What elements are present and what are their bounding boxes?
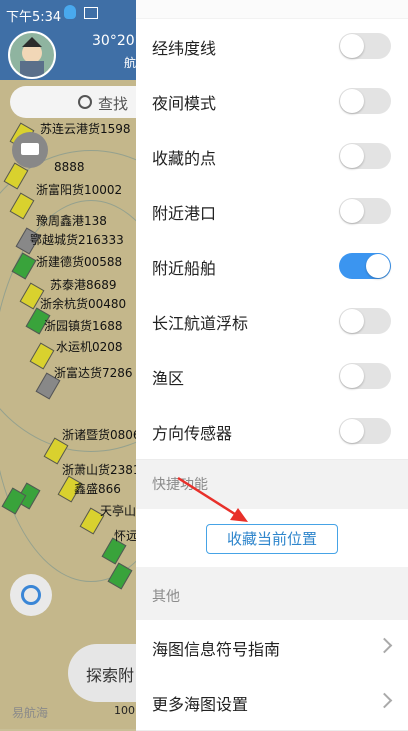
- yangtze-buoys-toggle[interactable]: [339, 308, 391, 334]
- toggle-knob: [340, 309, 364, 333]
- setting-row-fishing-zones: 渔区: [136, 349, 408, 405]
- setting-label: 经纬度线: [152, 39, 217, 58]
- search-label: 查找: [98, 95, 129, 113]
- night-mode-toggle[interactable]: [339, 88, 391, 114]
- notification-icon: [84, 7, 98, 19]
- map-scale: 100: [114, 704, 135, 717]
- setting-label: 长江航道浮标: [152, 314, 249, 333]
- setting-row-latlng: 经纬度线: [136, 19, 408, 75]
- search-icon: [78, 95, 92, 109]
- link-row-symbol-guide[interactable]: 海图信息符号指南: [136, 620, 408, 676]
- ship-label: 浙余杭货00480: [40, 297, 127, 311]
- chevron-right-icon: [376, 692, 393, 709]
- setting-row-night-mode: 夜间模式: [136, 74, 408, 130]
- fishing-zones-toggle[interactable]: [339, 363, 391, 389]
- ship-label: 苏泰港8689: [50, 278, 117, 292]
- setting-label: 渔区: [152, 369, 185, 388]
- ship-label: 苏连云港货1598: [40, 122, 131, 136]
- ship-label: 水运机0208: [56, 340, 123, 354]
- section-title-other: 其他: [152, 589, 180, 605]
- ship-label: 浙富达货7286: [54, 366, 133, 380]
- toggle-knob: [340, 419, 364, 443]
- ship-label: 浙建德货00588: [36, 255, 123, 269]
- drawer-top-strip: [136, 0, 408, 18]
- section-title-quick: 快捷功能: [152, 477, 208, 493]
- coordinate-readout: 30°20': [92, 33, 139, 49]
- nearby-ports-toggle[interactable]: [339, 198, 391, 224]
- link-label: 更多海图设置: [152, 695, 249, 714]
- setting-label: 附近港口: [152, 204, 217, 223]
- setting-row-yangtze-buoys: 长江航道浮标: [136, 294, 408, 350]
- ship-label: 天亭山: [100, 504, 137, 518]
- latlng-toggle[interactable]: [339, 33, 391, 59]
- setting-row-favorite-points: 收藏的点: [136, 129, 408, 185]
- toggle-knob: [340, 364, 364, 388]
- toggle-knob: [340, 199, 364, 223]
- setting-label: 收藏的点: [152, 149, 217, 168]
- direction-sensor-toggle[interactable]: [339, 418, 391, 444]
- favorite-points-toggle[interactable]: [339, 143, 391, 169]
- setting-label: 夜间模式: [152, 94, 217, 113]
- ship-label: 浙诸暨货0806: [62, 428, 141, 442]
- avatar[interactable]: [8, 31, 56, 79]
- toggle-knob: [340, 144, 364, 168]
- settings-drawer: 经纬度线 夜间模式 收藏的点 附近港口 附近船舶 长江航道浮标 渔区 方向传感器…: [136, 0, 408, 731]
- toggle-knob: [340, 34, 364, 58]
- status-time: 下午5:34: [6, 10, 62, 25]
- setting-label: 方向传感器: [152, 424, 233, 443]
- ship-label: 8888: [54, 160, 85, 174]
- link-label: 海图信息符号指南: [152, 640, 281, 659]
- ship-label: 浙园镇货1688: [44, 319, 123, 333]
- setting-label: 附近船舶: [152, 259, 217, 278]
- app-logo: 易航海: [12, 706, 49, 720]
- toggle-knob: [366, 254, 390, 278]
- setting-row-direction-sensor: 方向传感器: [136, 404, 408, 460]
- favorite-location-button[interactable]: 收藏当前位置: [206, 524, 338, 554]
- ship-label: 鄂越城货216333: [30, 233, 124, 247]
- ship-label: 鑫盛866: [74, 482, 121, 496]
- ship-label: 浙萧山货2381: [62, 463, 141, 477]
- setting-row-nearby-ships: 附近船舶: [136, 239, 408, 295]
- explore-label: 探索附: [86, 666, 135, 685]
- link-row-more-settings[interactable]: 更多海图设置: [136, 675, 408, 731]
- avatar-image: [20, 37, 44, 77]
- message-button[interactable]: [12, 132, 48, 168]
- setting-row-nearby-ports: 附近港口: [136, 184, 408, 240]
- chevron-right-icon: [376, 637, 393, 654]
- quick-actions-panel: 收藏当前位置: [136, 509, 408, 567]
- nearby-ships-toggle[interactable]: [339, 253, 391, 279]
- message-icon: [21, 143, 39, 155]
- header-subtitle: 航: [124, 56, 137, 70]
- ship-label: 豫周鑫港138: [36, 214, 107, 228]
- locate-icon: [21, 585, 41, 605]
- ship-label: 怀远: [114, 529, 139, 543]
- locate-button[interactable]: [10, 574, 52, 616]
- ship-label: 浙富阳货10002: [36, 183, 123, 197]
- toggle-knob: [340, 89, 364, 113]
- qq-icon: [64, 5, 76, 19]
